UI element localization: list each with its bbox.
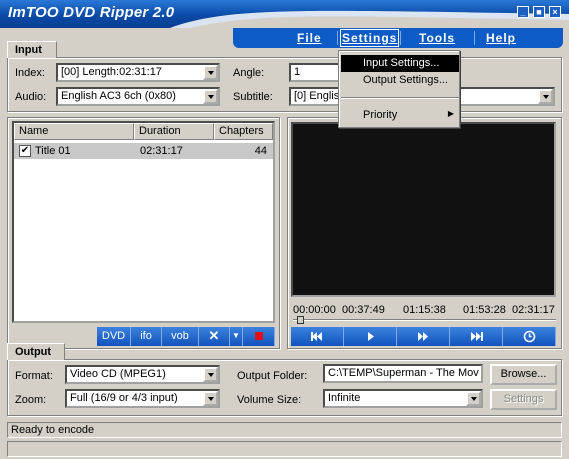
snapshot-button[interactable] bbox=[503, 327, 556, 346]
time-mark-4: 02:31:17 bbox=[512, 304, 555, 316]
chevron-down-icon: ▼ bbox=[232, 331, 240, 340]
skip-back-icon bbox=[311, 332, 322, 341]
angle-select[interactable]: 1 bbox=[289, 63, 341, 82]
remove-icon: ✕ bbox=[208, 328, 220, 343]
title-chapters: 44 bbox=[254, 145, 267, 157]
menu-priority-label: Priority bbox=[363, 109, 398, 121]
column-header-chapters[interactable]: Chapters bbox=[214, 123, 273, 140]
chevron-down-icon[interactable] bbox=[203, 65, 218, 80]
vob-button[interactable]: vob bbox=[162, 327, 199, 346]
close-button[interactable]: × bbox=[549, 6, 561, 18]
time-mark-3: 01:53:28 bbox=[463, 304, 506, 316]
status-message: Ready to encode bbox=[11, 424, 95, 436]
fast-forward-button[interactable] bbox=[397, 327, 450, 346]
menu-separator bbox=[341, 97, 459, 99]
checkmark-icon: ✔ bbox=[20, 145, 30, 156]
menu-separator bbox=[337, 31, 338, 45]
menu-bar: File Settings Tools Help bbox=[233, 28, 563, 48]
output-folder-field[interactable]: C:\TEMP\Superman - The Mov bbox=[323, 364, 483, 383]
close-icon: × bbox=[552, 7, 558, 17]
menu-file[interactable]: File bbox=[297, 31, 322, 45]
title-list[interactable]: Name Duration Chapters ✔ Title 01 02:31:… bbox=[12, 121, 275, 323]
remove-button[interactable]: ✕ bbox=[199, 327, 230, 346]
clock-icon bbox=[523, 330, 536, 343]
angle-label: Angle: bbox=[233, 67, 265, 79]
volume-size-label: Volume Size: bbox=[237, 394, 302, 406]
minimize-icon: _ bbox=[520, 7, 526, 17]
audio-label: Audio: bbox=[15, 91, 47, 103]
chevron-down-icon[interactable] bbox=[466, 391, 481, 406]
format-value: Video CD (MPEG1) bbox=[70, 368, 166, 380]
play-icon bbox=[368, 332, 374, 341]
maximize-button[interactable]: ■ bbox=[533, 6, 545, 18]
skip-back-button[interactable] bbox=[291, 327, 344, 346]
title-swoosh-decoration bbox=[170, 10, 569, 28]
chevron-down-icon[interactable] bbox=[203, 89, 218, 104]
menu-settings[interactable]: Settings bbox=[339, 29, 400, 47]
app-title: ImTOO DVD Ripper 2.0 bbox=[8, 4, 175, 21]
chevron-down-icon[interactable] bbox=[203, 367, 218, 382]
time-mark-2: 01:15:38 bbox=[403, 304, 446, 316]
output-settings-button[interactable]: Settings bbox=[490, 389, 557, 410]
column-header-name[interactable]: Name bbox=[14, 123, 134, 140]
volume-size-select[interactable]: Infinite bbox=[323, 389, 483, 408]
chevron-down-icon[interactable] bbox=[538, 89, 553, 104]
table-row[interactable]: ✔ Title 01 02:31:17 44 bbox=[14, 143, 273, 159]
fast-forward-icon bbox=[418, 332, 428, 341]
title-name: Title 01 bbox=[35, 145, 71, 157]
stop-encode-button[interactable] bbox=[243, 327, 275, 346]
browse-button[interactable]: Browse... bbox=[490, 364, 557, 385]
settings-dropdown-menu: Input Settings... Output Settings... Pri… bbox=[338, 50, 460, 128]
menu-tools[interactable]: Tools bbox=[419, 31, 455, 45]
output-folder-label: Output Folder: bbox=[237, 370, 308, 382]
zoom-label: Zoom: bbox=[15, 394, 47, 406]
volume-size-value: Infinite bbox=[328, 392, 361, 404]
minimize-button[interactable]: _ bbox=[517, 6, 529, 18]
menu-help[interactable]: Help bbox=[486, 31, 516, 45]
record-icon bbox=[254, 332, 263, 341]
subtitle-label: Subtitle: bbox=[233, 91, 273, 103]
status-bar: Ready to encode bbox=[7, 422, 562, 438]
seek-thumb[interactable] bbox=[297, 316, 304, 324]
skip-forward-button[interactable] bbox=[450, 327, 503, 346]
submenu-arrow-icon: ▶ bbox=[447, 109, 454, 118]
menu-output-settings[interactable]: Output Settings... bbox=[341, 72, 459, 89]
title-duration: 02:31:17 bbox=[140, 145, 183, 157]
input-tab: Input bbox=[7, 41, 57, 58]
format-label: Format: bbox=[15, 370, 53, 382]
index-label: Index: bbox=[15, 67, 45, 79]
zoom-value: Full (16/9 or 4/3 input) bbox=[70, 392, 178, 404]
dvd-button[interactable]: DVD bbox=[97, 327, 131, 346]
output-folder-value: C:\TEMP\Superman - The Mov bbox=[328, 367, 479, 379]
time-mark-0: 00:00:00 bbox=[293, 304, 336, 316]
chevron-down-icon[interactable] bbox=[203, 391, 218, 406]
title-bar[interactable]: ImTOO DVD Ripper 2.0 _ ■ × bbox=[0, 0, 569, 28]
zoom-select[interactable]: Full (16/9 or 4/3 input) bbox=[65, 389, 220, 408]
index-value: [00] Length:02:31:17 bbox=[61, 66, 162, 78]
menu-separator bbox=[400, 31, 401, 45]
time-mark-1: 00:37:49 bbox=[342, 304, 385, 316]
audio-value: English AC3 6ch (0x80) bbox=[61, 90, 176, 102]
ifo-button[interactable]: ifo bbox=[131, 327, 162, 346]
remove-dropdown-button[interactable]: ▼ bbox=[230, 327, 243, 346]
menu-separator bbox=[474, 31, 475, 45]
output-tab: Output bbox=[7, 343, 65, 360]
format-select[interactable]: Video CD (MPEG1) bbox=[65, 365, 220, 384]
preview-screen bbox=[291, 122, 556, 297]
audio-select[interactable]: English AC3 6ch (0x80) bbox=[56, 87, 220, 106]
menu-input-settings[interactable]: Input Settings... bbox=[341, 55, 459, 72]
maximize-icon: ■ bbox=[536, 7, 542, 17]
skip-forward-icon bbox=[471, 332, 483, 341]
menu-priority[interactable]: Priority ▶ bbox=[341, 107, 459, 124]
column-header-duration[interactable]: Duration bbox=[134, 123, 214, 140]
seek-track bbox=[293, 319, 556, 321]
seek-slider[interactable] bbox=[293, 316, 556, 324]
progress-bar bbox=[7, 441, 562, 457]
index-select[interactable]: [00] Length:02:31:17 bbox=[56, 63, 220, 82]
angle-value: 1 bbox=[294, 66, 301, 78]
play-button[interactable] bbox=[344, 327, 397, 346]
title-checkbox[interactable]: ✔ bbox=[19, 145, 31, 157]
